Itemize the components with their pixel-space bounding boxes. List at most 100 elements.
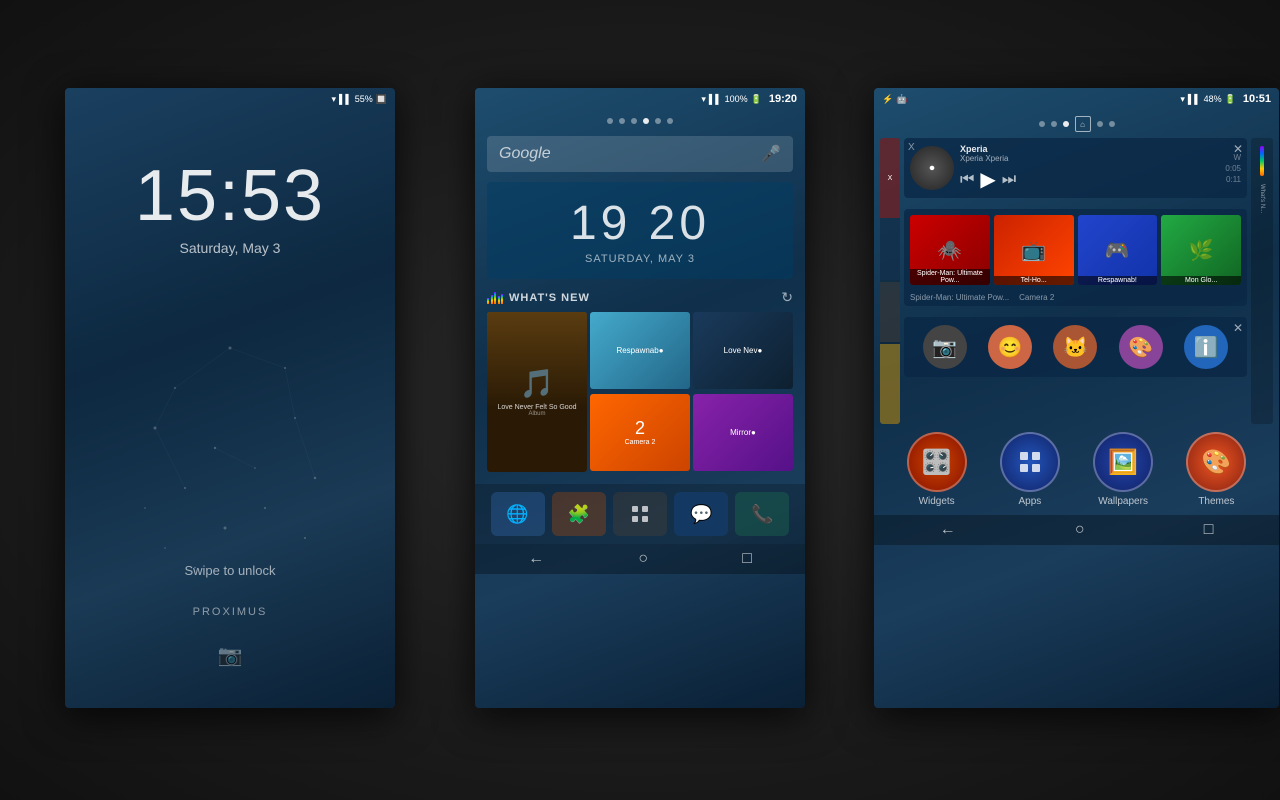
battery-text: 55%	[355, 94, 373, 104]
telhow-card-item[interactable]: 📺 Tel-Ho...	[994, 215, 1074, 285]
wifi-icon-r: ▾	[1180, 94, 1185, 105]
icons-card-close[interactable]: ✕	[1233, 321, 1243, 335]
recents-btn-center[interactable]: □	[742, 550, 752, 568]
center-status-icons: ▾ ▌▌ 100% 🔋 19:20	[701, 93, 797, 105]
spiderman-card-item[interactable]: 🕷️ Spider-Man: Ultimate Pow...	[910, 215, 990, 285]
spiderman-label: Spider-Man: Ultimate Pow...	[910, 269, 990, 285]
status-bar-left: ▾ ▌▌ 55% 🔲	[65, 88, 395, 110]
home-btn-right[interactable]: ○	[1075, 521, 1085, 539]
recents-btn-right[interactable]: □	[1204, 521, 1214, 539]
apps-circle	[1000, 432, 1060, 492]
phone-right: ⚡ 🤖 ▾ ▌▌ 48% 🔋 10:51 ⌂	[874, 88, 1279, 708]
dock-messages[interactable]: 💬	[674, 492, 728, 536]
icon-animal[interactable]: 🐱	[1053, 325, 1097, 369]
dot-5	[655, 118, 661, 124]
music-card-content: ⏺ Xperia Xperia Xperia ⏮ ▶ ⏭	[904, 138, 1247, 198]
home-btn-center[interactable]: ○	[638, 550, 648, 568]
grid-icon	[630, 504, 650, 524]
camera-icon[interactable]: 📷	[218, 643, 243, 668]
monglo-label: Mon Glo...	[1161, 276, 1241, 285]
right-status-right: ▾ ▌▌ 48% 🔋 10:51	[1180, 93, 1271, 105]
dock-chrome[interactable]: 🌐	[491, 492, 545, 536]
app-tile-lovenever[interactable]: 🎵 Love Never Felt So Good Album	[487, 312, 587, 472]
wallpapers-label: Wallpapers	[1098, 496, 1148, 507]
whats-new-right-label: What's N...	[1259, 184, 1265, 213]
progress-start: 0:05	[1225, 164, 1241, 173]
icons-card: ✕ 📷 😊 🐱 🎨 ℹ️	[904, 317, 1247, 377]
right-strip: What's N...	[1251, 138, 1273, 424]
widgets-label: Widgets	[919, 496, 955, 507]
camera2-icon: 2	[635, 418, 645, 439]
icon-palette[interactable]: 🎨	[1119, 325, 1163, 369]
apps-grid-icon	[1018, 450, 1042, 474]
apps-grid-center: 🎵 Love Never Felt So Good Album Respawna…	[487, 312, 793, 472]
widgets-home-icon: 🎛️	[922, 448, 952, 477]
clock-date: SATURDAY, MAY 3	[585, 253, 695, 265]
lock-time: 15:53	[135, 160, 325, 232]
play-btn[interactable]: ▶	[980, 167, 995, 192]
respawnab-card-item[interactable]: 🎮 Respawnab!	[1078, 215, 1158, 285]
clock-time: 19 20	[570, 196, 710, 251]
apps-home-item[interactable]: Apps	[1000, 432, 1060, 507]
dot-r2	[1051, 121, 1057, 127]
dot-r3	[1063, 121, 1069, 127]
signal-icon-c: ▌▌	[709, 94, 722, 104]
phones-container: ▾ ▌▌ 55% 🔲	[0, 0, 1280, 800]
wallpapers-circle: 🖼️	[1093, 432, 1153, 492]
right-status-left: ⚡ 🤖	[882, 94, 907, 105]
google-label: Google	[499, 145, 551, 163]
mirror-label: Mirror●	[730, 428, 756, 437]
page-dots-right: ⌂	[874, 110, 1279, 138]
icon-face[interactable]: 😊	[988, 325, 1032, 369]
music-card-close[interactable]: ✕	[1233, 142, 1243, 156]
app-tile-respawnab[interactable]: Respawnab●	[590, 312, 690, 389]
google-search-bar[interactable]: Google 🎤	[487, 136, 793, 172]
signal-bars-icon: ▌▌	[339, 94, 352, 104]
app-tile-mirror[interactable]: Mirror●	[693, 394, 793, 471]
music-meta: W 0:05 0:11	[1225, 153, 1241, 184]
dot-3	[631, 118, 637, 124]
dock-widgets[interactable]: 🧩	[552, 492, 606, 536]
monglo-card-item[interactable]: 🌿 Mon Glo...	[1161, 215, 1241, 285]
dock-phone[interactable]: 📞	[735, 492, 789, 536]
color-bars-icon	[1260, 146, 1264, 176]
mic-icon[interactable]: 🎤	[761, 144, 781, 164]
dot-4	[643, 118, 649, 124]
back-btn-center[interactable]: ←	[528, 550, 544, 568]
usb-icon: ⚡	[882, 94, 893, 105]
phone-center: ▾ ▌▌ 100% 🔋 19:20 Google 🎤 19 20 SATURDA…	[475, 88, 805, 708]
themes-circle: 🎨	[1186, 432, 1246, 492]
battery-box-r: 🔋	[1225, 94, 1236, 105]
cards-area: X ✕ ⏺ Xperia Xperia Xperia ⏮ ▶	[904, 138, 1247, 424]
camera2-label: Camera 2	[625, 439, 656, 446]
icon-info[interactable]: ℹ️	[1184, 325, 1228, 369]
prev-btn[interactable]: ⏮	[960, 171, 974, 189]
carrier-name: PROXIMUS	[193, 606, 268, 618]
battery-icon: 🔲	[376, 94, 387, 105]
themes-home-item[interactable]: 🎨 Themes	[1186, 432, 1246, 507]
widgets-icon: 🧩	[568, 504, 590, 525]
themes-home-icon: 🎨	[1201, 448, 1231, 477]
icon-camera[interactable]: 📷	[923, 325, 967, 369]
dot-6	[667, 118, 673, 124]
app-tile-lovenever2[interactable]: Love Nev●	[693, 312, 793, 389]
xperia-x-icon: X	[908, 142, 915, 153]
dot-1	[607, 118, 613, 124]
telhow-label: Tel-Ho...	[994, 276, 1074, 285]
spiderman-footer-label: Spider-Man: Ultimate Pow...	[910, 293, 1009, 302]
next-btn[interactable]: ⏭	[1002, 171, 1016, 189]
swipe-unlock-text[interactable]: Swipe to unlock	[184, 563, 275, 578]
app-tile-camera2[interactable]: 2 Camera 2	[590, 394, 690, 471]
widgets-home-item[interactable]: 🎛️ Widgets	[907, 432, 967, 507]
dot-r5	[1109, 121, 1115, 127]
apps-label: Apps	[1018, 496, 1041, 507]
refresh-icon[interactable]: ↻	[781, 289, 793, 306]
wallpapers-home-item[interactable]: 🖼️ Wallpapers	[1093, 432, 1153, 507]
dock-apps[interactable]	[613, 492, 667, 536]
battery-box-c: 🔋	[751, 94, 762, 105]
battery-r: 48%	[1204, 94, 1222, 104]
time-r: 10:51	[1243, 93, 1271, 105]
dot-2	[619, 118, 625, 124]
lock-date: Saturday, May 3	[180, 240, 281, 256]
back-btn-right[interactable]: ←	[940, 521, 956, 539]
